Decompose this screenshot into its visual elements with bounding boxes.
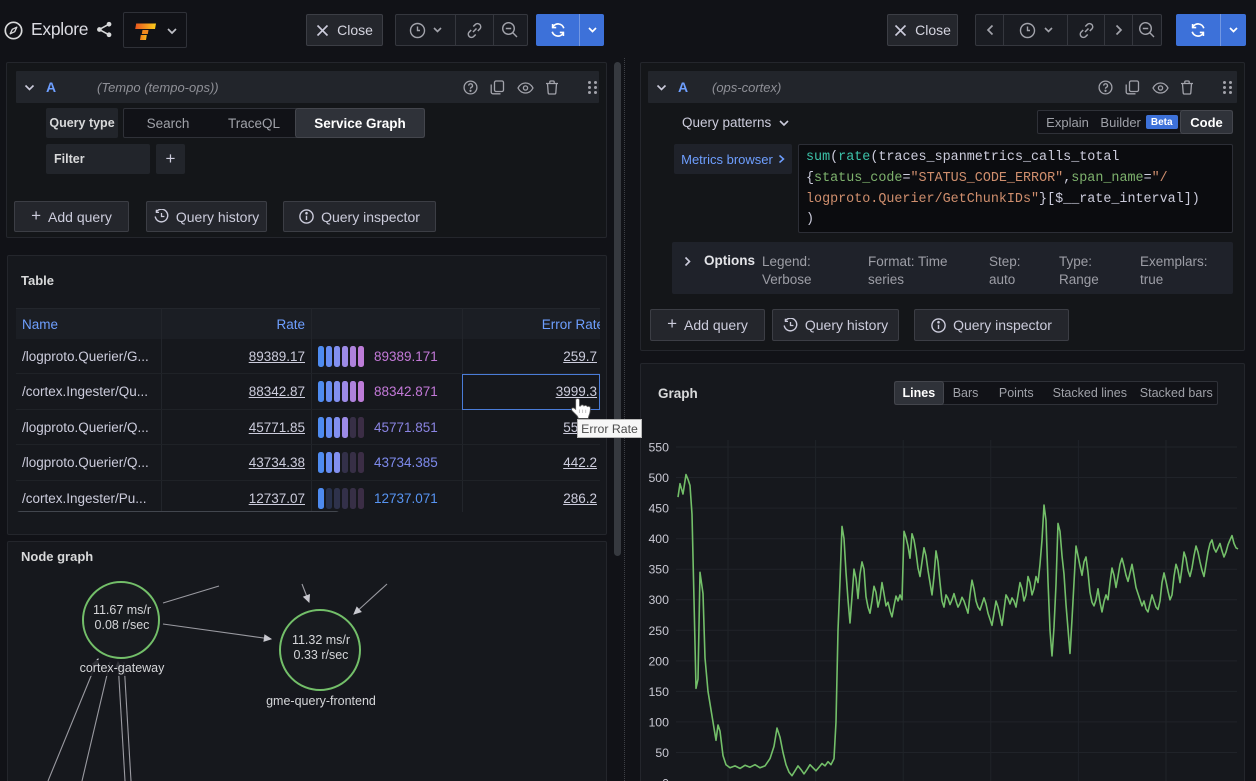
svg-text:550: 550 xyxy=(648,441,669,455)
svg-text:300: 300 xyxy=(648,593,669,607)
svg-text:500: 500 xyxy=(648,471,669,485)
svg-text:0: 0 xyxy=(662,777,669,781)
svg-text:450: 450 xyxy=(648,502,669,516)
svg-text:350: 350 xyxy=(648,563,669,577)
svg-text:400: 400 xyxy=(648,532,669,546)
svg-text:gme-query-frontend: gme-query-frontend xyxy=(266,694,376,708)
svg-text:cortex-gateway: cortex-gateway xyxy=(80,661,166,675)
svg-text:11.32 ms/r: 11.32 ms/r xyxy=(292,633,350,647)
svg-text:0.08 r/sec: 0.08 r/sec xyxy=(95,618,150,632)
svg-text:0.33 r/sec: 0.33 r/sec xyxy=(294,648,349,662)
svg-text:250: 250 xyxy=(648,624,669,638)
svg-text:50: 50 xyxy=(655,746,669,760)
svg-text:200: 200 xyxy=(648,654,669,668)
svg-text:11.67 ms/r: 11.67 ms/r xyxy=(93,603,151,617)
svg-text:100: 100 xyxy=(648,715,669,729)
svg-text:150: 150 xyxy=(648,685,669,699)
